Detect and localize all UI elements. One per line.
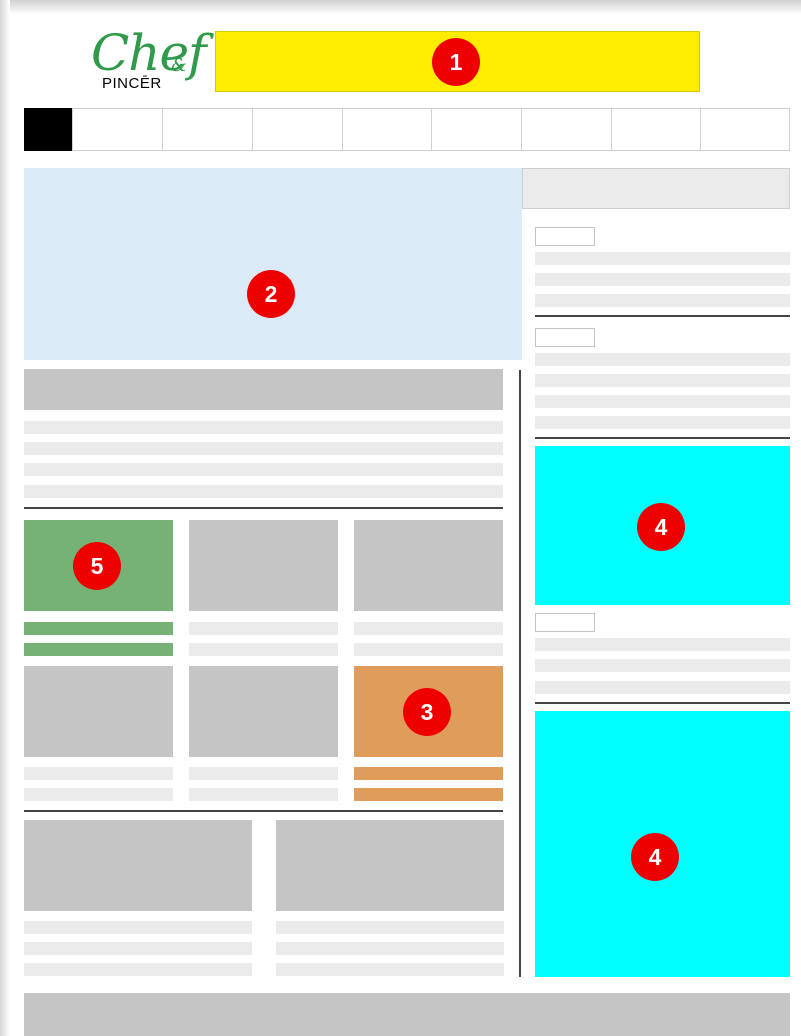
sidebar-text-line bbox=[535, 353, 790, 366]
wide-tile-caption-line bbox=[24, 963, 252, 976]
marker-ad-top: 4 bbox=[637, 503, 685, 551]
sidebar-text-line bbox=[535, 273, 790, 286]
tile-caption-line bbox=[354, 788, 503, 801]
sidebar-text-line bbox=[535, 294, 790, 307]
section-divider bbox=[24, 507, 503, 509]
marker-banner: 1 bbox=[432, 38, 480, 86]
nav-tab[interactable] bbox=[431, 108, 522, 151]
tile-caption-line bbox=[189, 767, 338, 780]
wide-tile-caption-line bbox=[276, 963, 504, 976]
tile-caption-line bbox=[189, 788, 338, 801]
nav-tab[interactable] bbox=[72, 108, 163, 151]
nav-tab-active[interactable] bbox=[24, 108, 73, 151]
nav-tab[interactable] bbox=[521, 108, 612, 151]
sidebar-tag bbox=[535, 227, 595, 246]
tile-caption-line bbox=[24, 643, 173, 656]
logo-chef-text: Chef bbox=[91, 24, 207, 82]
tile-image[interactable] bbox=[354, 520, 503, 611]
nav-tab[interactable] bbox=[611, 108, 702, 151]
nav-tab[interactable] bbox=[342, 108, 433, 151]
nav-tab[interactable] bbox=[252, 108, 343, 151]
tile-caption-line bbox=[189, 643, 338, 656]
tile-image[interactable] bbox=[189, 520, 338, 611]
sidebar-tag bbox=[535, 613, 595, 632]
sidebar-tag bbox=[535, 328, 595, 347]
tile-featured-orange[interactable]: 3 bbox=[354, 666, 503, 757]
tile-caption-line bbox=[189, 622, 338, 635]
tile-image[interactable] bbox=[24, 666, 173, 757]
marker-hero: 2 bbox=[247, 270, 295, 318]
sidebar-divider bbox=[535, 315, 790, 317]
tile-caption-line bbox=[354, 767, 503, 780]
sidebar-ad-top[interactable]: 4 bbox=[535, 446, 790, 605]
sidebar-text-line bbox=[535, 252, 790, 265]
tile-caption-line bbox=[354, 643, 503, 656]
wide-tile-caption-line bbox=[276, 921, 504, 934]
sidebar-divider bbox=[535, 437, 790, 439]
tile-caption-line bbox=[354, 622, 503, 635]
sidebar-text-line bbox=[535, 416, 790, 429]
sidebar-text-line bbox=[535, 395, 790, 408]
tile-featured-green[interactable]: 5 bbox=[24, 520, 173, 611]
nav-tab[interactable] bbox=[700, 108, 790, 151]
sidebar-divider bbox=[535, 702, 790, 704]
footer-bar bbox=[24, 993, 790, 1036]
sidebar-text-line bbox=[535, 374, 790, 387]
header-banner-slot[interactable]: 1 bbox=[215, 31, 700, 92]
tile-caption-line bbox=[24, 767, 173, 780]
nav-tab[interactable] bbox=[162, 108, 253, 151]
logo-pincer-text: PINCĒR bbox=[102, 75, 162, 92]
logo-ampersand: & bbox=[171, 55, 188, 76]
wide-tile-caption-line bbox=[24, 942, 252, 955]
article-text-line bbox=[24, 421, 503, 434]
wide-tile-image[interactable] bbox=[24, 820, 252, 911]
wide-tile-caption-line bbox=[276, 942, 504, 955]
article-text-line bbox=[24, 485, 503, 498]
sidebar-header bbox=[522, 168, 790, 209]
sidebar-text-line bbox=[535, 659, 790, 672]
sidebar-text-line bbox=[535, 638, 790, 651]
hero-slot[interactable]: 2 bbox=[24, 168, 522, 360]
page-wireframe: Chef & PINCĒR 1 2 4 4 5 3 bbox=[0, 0, 801, 1036]
tile-image[interactable] bbox=[189, 666, 338, 757]
article-text-line bbox=[24, 442, 503, 455]
top-shadow bbox=[0, 0, 801, 14]
wide-tile-image[interactable] bbox=[276, 820, 504, 911]
tile-caption-line bbox=[24, 622, 173, 635]
sidebar-text-line bbox=[535, 681, 790, 694]
article-text-line bbox=[24, 463, 503, 476]
section-divider bbox=[24, 810, 503, 812]
left-shadow bbox=[0, 0, 10, 1036]
sidebar-ad-bottom[interactable]: 4 bbox=[535, 711, 790, 977]
wide-tile-caption-line bbox=[24, 921, 252, 934]
tile-caption-line bbox=[24, 788, 173, 801]
article-headline[interactable] bbox=[24, 369, 503, 410]
column-divider bbox=[519, 370, 521, 977]
marker-ad-bottom: 4 bbox=[631, 833, 679, 881]
marker-tile-green: 5 bbox=[73, 542, 121, 590]
marker-tile-orange: 3 bbox=[403, 688, 451, 736]
